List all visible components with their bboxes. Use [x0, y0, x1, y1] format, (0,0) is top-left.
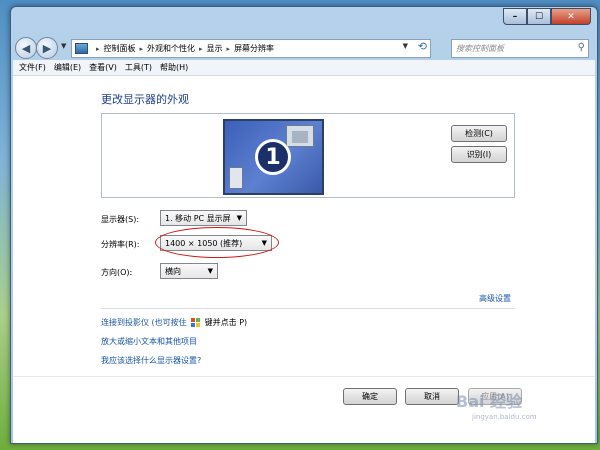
window-graphic-icon	[229, 167, 243, 189]
cancel-button[interactable]: 取消	[405, 388, 459, 405]
resolution-label: 分辨率(R):	[101, 240, 140, 249]
chevron-right-icon: ▸	[96, 44, 100, 53]
orientation-select-value: 横向	[165, 266, 181, 276]
breadcrumb-control-panel[interactable]: 控制面板	[104, 43, 136, 54]
search-input[interactable]: 搜索控制面板 ⚲	[451, 39, 589, 58]
ok-button[interactable]: 确定	[343, 388, 397, 405]
breadcrumb-appearance[interactable]: 外观和个性化	[147, 43, 195, 54]
display-select-value: 1. 移动 PC 显示屏	[165, 213, 231, 223]
back-arrow-icon: ◀	[21, 41, 31, 55]
forward-arrow-icon: ▶	[42, 41, 52, 55]
maximize-button[interactable]: ☐	[527, 8, 551, 25]
highlight-ellipse	[155, 227, 279, 258]
breadcrumb-display[interactable]: 显示	[207, 43, 223, 54]
search-icon[interactable]: ⚲	[578, 42, 585, 53]
footer-divider	[13, 376, 595, 377]
refresh-icon[interactable]: ⟲	[418, 40, 427, 53]
chevron-right-icon[interactable]: ▸	[199, 45, 203, 53]
navigation-bar: ◀ ▶ ▼ ▸ 控制面板 ▸ 外观和个性化 ▸ 显示 ▸ 屏幕分辨率 ▼ ⟲ 搜…	[11, 33, 597, 63]
monitor-1-thumbnail[interactable]: 1	[223, 119, 324, 195]
window-controls: – ☐ ✕	[503, 8, 591, 25]
chevron-down-icon: ▼	[236, 214, 242, 222]
projector-link-prefix: 连接到投影仪 (也可按住	[101, 318, 187, 327]
menu-view[interactable]: 查看(V)	[89, 62, 117, 73]
close-button[interactable]: ✕	[551, 8, 591, 25]
orientation-label: 方向(O):	[101, 268, 133, 277]
menu-edit[interactable]: 编辑(E)	[54, 62, 81, 73]
connect-projector-link[interactable]: 连接到投影仪 (也可按住 键并点击 P)	[101, 317, 247, 328]
control-panel-icon	[75, 43, 88, 54]
orientation-select[interactable]: 横向 ▼	[160, 263, 218, 279]
address-bar[interactable]: ▸ 控制面板 ▸ 外观和个性化 ▸ 显示 ▸ 屏幕分辨率 ▼ ⟲	[71, 39, 431, 58]
detect-button[interactable]: 检测(C)	[451, 125, 507, 142]
recent-pages-dropdown-icon[interactable]: ▼	[61, 42, 66, 50]
display-label: 显示器(S):	[101, 215, 140, 224]
title-bar: – ☐ ✕	[11, 7, 597, 33]
minimize-button[interactable]: –	[503, 8, 527, 25]
identify-button[interactable]: 识别(I)	[451, 146, 507, 163]
text-size-link[interactable]: 放大或缩小文本和其他项目	[101, 336, 197, 347]
address-dropdown-icon[interactable]: ▼	[403, 42, 408, 50]
chevron-right-icon[interactable]: ▸	[140, 45, 144, 53]
menu-tools[interactable]: 工具(T)	[125, 62, 152, 73]
windows-logo-icon	[190, 317, 201, 328]
watermark-logo: Bai 经验	[456, 392, 523, 411]
forward-button[interactable]: ▶	[36, 37, 58, 59]
search-placeholder: 搜索控制面板	[456, 44, 504, 53]
section-divider	[101, 308, 515, 309]
advanced-settings-link[interactable]: 高级设置	[479, 293, 511, 304]
menu-help[interactable]: 帮助(H)	[160, 62, 188, 73]
which-settings-link[interactable]: 我应该选择什么显示器设置?	[101, 355, 201, 366]
projector-link-suffix: 键并点击 P)	[204, 318, 248, 327]
page-title: 更改显示器的外观	[101, 93, 189, 106]
screen-resolution-window: – ☐ ✕ ◀ ▶ ▼ ▸ 控制面板 ▸ 外观和个性化 ▸ 显示 ▸ 屏幕分辨率…	[10, 6, 598, 444]
chevron-right-icon[interactable]: ▸	[227, 45, 231, 53]
menu-file[interactable]: 文件(F)	[19, 62, 46, 73]
display-select[interactable]: 1. 移动 PC 显示屏 ▼	[160, 210, 247, 226]
chevron-down-icon: ▼	[207, 267, 213, 275]
window-graphic-icon	[286, 125, 314, 147]
back-button[interactable]: ◀	[15, 37, 37, 59]
monitor-number-badge: 1	[255, 139, 291, 175]
watermark-url: jingyan.baidu.com	[472, 413, 537, 421]
menu-bar: 文件(F) 编辑(E) 查看(V) 工具(T) 帮助(H)	[13, 60, 595, 76]
breadcrumb-screen-resolution[interactable]: 屏幕分辨率	[234, 43, 274, 54]
